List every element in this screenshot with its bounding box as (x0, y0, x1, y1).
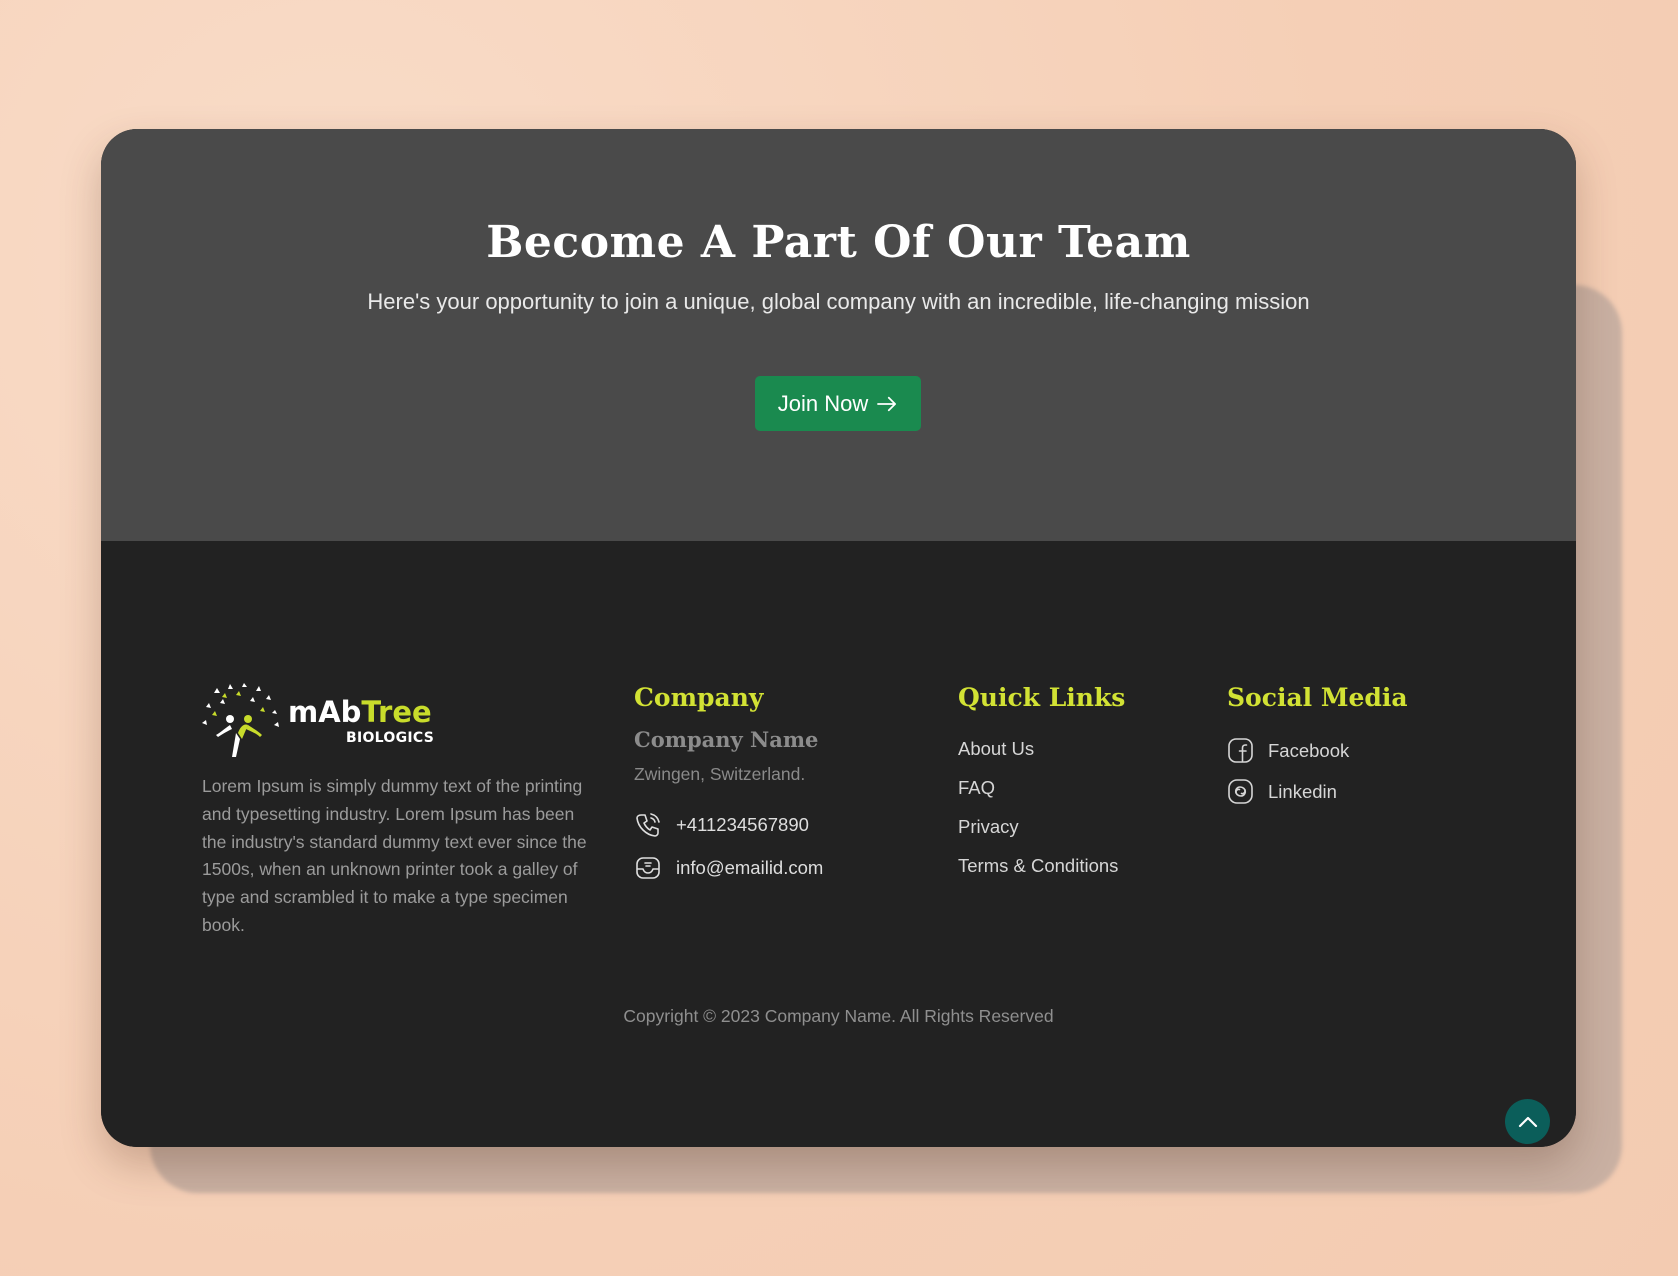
quick-link-terms[interactable]: Terms & Conditions (958, 855, 1118, 877)
join-now-label: Join Now (777, 390, 869, 416)
join-now-button[interactable]: Join Now (755, 376, 921, 431)
banner-title: Become A Part Of Our Team (486, 217, 1191, 268)
about-text: Lorem Ipsum is simply dummy text of the … (202, 776, 587, 935)
facebook-link[interactable]: Facebook (1227, 737, 1349, 764)
facebook-label: Facebook (1268, 739, 1350, 761)
social-media-heading: Social Media (1227, 683, 1408, 712)
site-footer: mAbTree BIOLOGICS Lorem Ipsum is simply … (101, 541, 1576, 1147)
linkedin-icon (1228, 779, 1253, 804)
company-name: Company Name (634, 727, 819, 752)
arrow-right-icon (877, 396, 897, 411)
linkedin-link[interactable]: Linkedin (1227, 778, 1337, 805)
email-address: info@emailid.com (676, 857, 824, 878)
facebook-icon (1228, 738, 1253, 763)
email-icon (636, 857, 660, 879)
brand-name-accent: Tree (361, 695, 432, 729)
quick-link-faq[interactable]: FAQ (958, 777, 995, 799)
brand-subtitle: BIOLOGICS (346, 730, 435, 746)
linkedin-label: Linkedin (1268, 780, 1337, 802)
quick-links-heading: Quick Links (958, 683, 1126, 712)
banner-subtitle: Here's your opportunity to join a unique… (367, 289, 1310, 314)
company-location: Zwingen, Switzerland. (634, 764, 806, 784)
chevron-up-icon (1518, 1116, 1537, 1127)
quick-link-about-us[interactable]: About Us (958, 738, 1034, 760)
company-heading: Company (634, 683, 764, 712)
quick-link-privacy[interactable]: Privacy (958, 816, 1019, 838)
phone-link[interactable]: +411234567890 (634, 811, 809, 839)
brand-name: mAbTree (288, 695, 432, 729)
phone-icon (636, 813, 660, 837)
email-link[interactable]: info@emailid.com (634, 854, 823, 882)
brand-logo[interactable]: mAbTree BIOLOGICS (202, 683, 442, 759)
page-card: Become A Part Of Our Team Here's your op… (101, 129, 1576, 1147)
phone-number: +411234567890 (676, 814, 809, 835)
copyright-text: Copyright © 2023 Company Name. All Right… (623, 1006, 1054, 1026)
tree-people-logo-icon (202, 683, 279, 757)
join-team-banner: Become A Part Of Our Team Here's your op… (101, 129, 1576, 541)
brand-name-main: mAb (288, 695, 362, 729)
scroll-to-top-button[interactable] (1505, 1099, 1550, 1144)
